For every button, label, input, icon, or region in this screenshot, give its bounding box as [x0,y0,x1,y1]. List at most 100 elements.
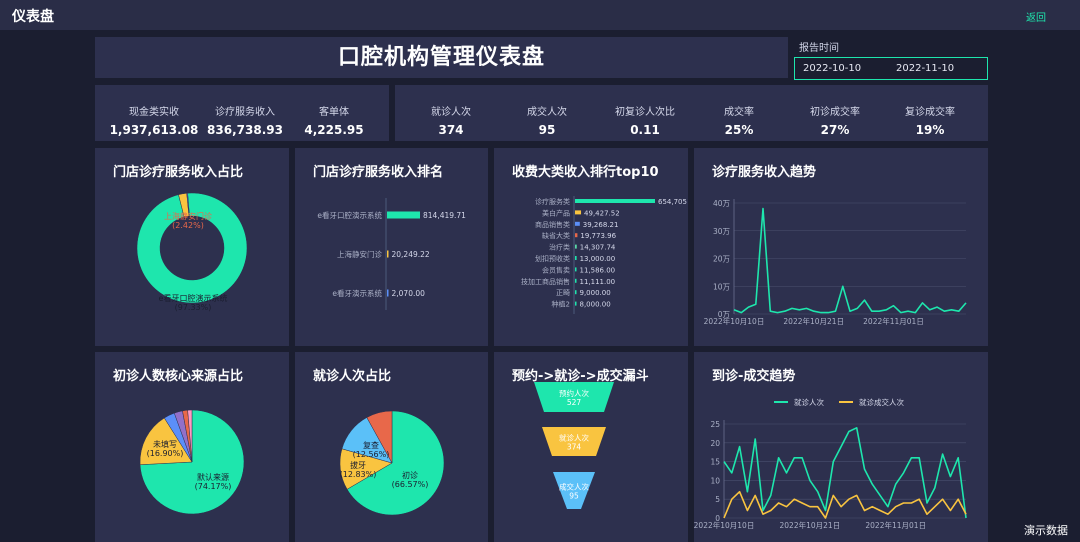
back-link[interactable]: 返回 [1026,9,1046,24]
stage-label: 预约人次 [559,388,589,398]
kpi-deals: 成交人次 95 [527,107,567,137]
value-label: 14,307.74 [580,244,616,252]
card-title: 预约->就诊->成交漏斗 [512,369,649,384]
app-title: 仪表盘 [12,9,54,25]
value-label: 19,773.96 [580,232,616,240]
category-label: 诊疗服务类 [535,197,570,206]
slice-pct: (12.56%) [353,450,390,459]
value-label: 39,268.21 [583,221,619,229]
bar [575,301,577,306]
card-title: 门店诊疗服务收入排名 [313,165,444,180]
value-label: 49,427.52 [584,209,620,217]
bar [575,256,577,260]
kpi-first-return-ratio: 初复诊人次比 0.11 [615,107,675,137]
slice-pct: (74.17%) [195,482,232,491]
x-tick-label: 2022年10月10日 [694,520,754,530]
category-label: 会员售卖 [542,265,570,274]
demo-data-label: 演示数据 [1024,524,1068,537]
card-service-trend: 诊疗服务收入趋势 0万 10万 20万 30万 40万 2022年10月10日 2022年1… [694,148,988,346]
card-store-rank: 门店诊疗服务收入排名 e看牙口腔演示系统 814,419.71 上海静安门诊 20,2… [295,148,488,346]
y-tick-label: 5 [715,495,720,504]
card-fee-top10: 收费大类收入排行top10 诊疗服务类 654,705 美白产品 49,427.52 商… [494,148,688,346]
card-title: 初诊人数核心来源占比 [113,369,244,384]
bar [575,221,580,226]
legend-label: 就诊成交人次 [859,397,904,407]
series-line [733,207,967,314]
bar [575,244,577,249]
y-tick-label: 20万 [713,255,731,264]
card-funnel: 预约->就诊->成交漏斗 预约人次 527 就诊人次 374 成交人次 95 [494,352,688,542]
kpi-first-deal-rate: 初诊成交率 27% [810,107,860,137]
category-label: 商品销售类 [535,220,570,229]
report-time-label: 报告时间 [799,43,839,54]
y-tick-label: 30万 [713,227,731,236]
legend-label: 就诊人次 [794,397,824,407]
card-title: 诊疗服务收入趋势 [712,165,817,180]
category-label: 技加工商品销售 [521,277,570,286]
y-tick-label: 10万 [713,282,731,291]
card-store-share: 门店诊疗服务收入占比 上海静安门诊 (2.42%) e看牙口腔演示系统 (97.33%… [95,148,289,346]
kpi-avg-order: 客单体 4,225.95 [304,107,364,137]
date-range-picker[interactable]: 2022-10-10 2022-11-10 [794,57,988,80]
x-tick-label: 2022年11月01日 [863,316,924,326]
stage-label: 就诊人次 [559,433,589,443]
slice-label: 初诊 [402,470,418,480]
card-visit-share: 就诊人次占比 初诊 (66.57%) 拔牙 (12.83%) 复查 (12.56%) [295,352,488,542]
x-tick-label: 2022年10月10日 [704,316,765,326]
x-tick-label: 2022年11月01日 [865,520,926,530]
stage-value: 527 [567,398,582,407]
value-label: 20,249.22 [392,250,430,259]
series-line [723,427,967,519]
value-label: 13,000.00 [580,255,616,263]
date-end: 2022-11-10 [896,63,955,74]
bar [575,290,577,295]
date-start: 2022-10-10 [803,63,862,74]
category-label: 缺省大类 [542,231,570,240]
category-label: 美白产品 [542,208,570,217]
stage-value: 374 [567,443,582,452]
stage-value: 95 [569,492,579,501]
slice-label: 未填写 [153,439,177,449]
value-label: 2,070.00 [392,289,426,298]
x-tick-label: 2022年10月21日 [780,520,841,530]
bar [387,250,389,258]
card-title: 就诊人次占比 [313,369,392,384]
series-line [723,490,967,519]
slice-label: 上海静安门诊 [164,211,212,221]
slice-pct: (97.33%) [175,303,212,312]
value-label: 654,705 [658,198,687,206]
value-label: 8,000.00 [580,301,611,309]
slice-label: 复查 [363,440,379,450]
stage-label: 成交人次 [559,482,589,492]
pie-slice [136,192,248,304]
y-tick-label: 10 [710,476,720,485]
category-label: 划扣预收类 [535,254,570,263]
slice-pct: (66.57%) [392,480,429,489]
category-label: 正畸 [556,288,570,297]
card-title: 收费大类收入排行top10 [512,165,659,180]
slice-label: 拔牙 [350,460,366,470]
slice-pct: (12.83%) [340,470,377,479]
value-label: 11,111.00 [580,278,616,286]
x-tick-label: 2022年10月21日 [783,316,844,326]
category-label: 上海静安门诊 [337,249,382,259]
y-tick-label: 15 [710,458,720,467]
card-visit-deal-trend: 到诊-成交趋势 就诊人次 就诊成交人次 0 5 10 15 20 25 2022年10月10日 2… [694,352,988,542]
value-label: 9,000.00 [580,289,611,297]
slice-pct: (16.90%) [147,449,184,458]
card-first-visit-source: 初诊人数核心来源占比 默认来源 (74.17%) 未填写 (16.90%) [95,352,289,542]
kpi-panel-visits: 就诊人次 374 成交人次 95 初复诊人次比 0.11 成交率 25% 初诊成交率 27… [395,85,988,141]
category-label: 种植2 [552,300,570,309]
card-title: 到诊-成交趋势 [712,369,796,384]
kpi-return-deal-rate: 复诊成交率 19% [905,107,955,137]
bar [575,267,577,272]
kpi-visits: 就诊人次 374 [431,107,471,137]
slice-label: 默认来源 [197,472,229,482]
bar [575,199,655,203]
value-label: 814,419.71 [423,211,466,220]
kpi-panel-revenue: 现金类实收 1,937,613.08 诊疗服务收入 836,738.93 客单体 4,… [95,85,389,141]
bar [387,211,420,219]
bar [575,278,577,283]
slice-pct: (2.42%) [172,221,204,230]
category-label: e看牙口腔演示系统 [317,210,382,220]
